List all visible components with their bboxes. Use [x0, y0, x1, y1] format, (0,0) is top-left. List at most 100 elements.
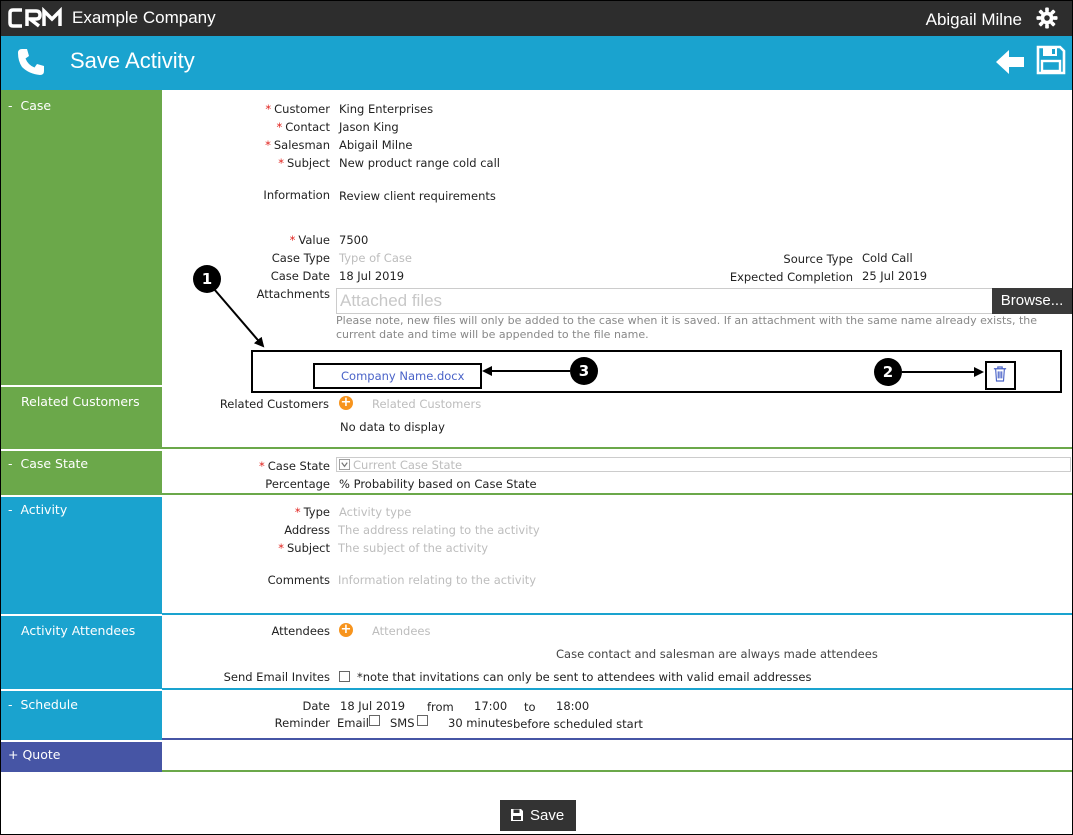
- sms-reminder-checkbox[interactable]: [417, 715, 428, 726]
- section-divider: [162, 447, 1072, 449]
- attendees-note: Case contact and salesman are always mad…: [556, 647, 878, 661]
- case-date-value[interactable]: 18 Jul 2019: [339, 269, 404, 283]
- case-state-select[interactable]: Current Case State: [336, 457, 1071, 472]
- activity-subject-input[interactable]: The subject of the activity: [338, 541, 488, 555]
- percentage-value: % Probability based on Case State: [339, 477, 537, 491]
- callout-1: 1: [193, 265, 221, 293]
- reminder-label: Reminder: [274, 716, 330, 730]
- expected-completion-value[interactable]: 25 Jul 2019: [862, 269, 927, 283]
- title-bar: Save Activity: [1, 36, 1072, 90]
- sms-reminder-label: SMS: [390, 716, 415, 730]
- add-attendee-button[interactable]: +: [339, 623, 353, 637]
- customer-label: * Customer: [265, 102, 330, 116]
- delete-attachment-button[interactable]: [985, 361, 1016, 390]
- phone-icon: [18, 49, 44, 75]
- floppy-icon: [511, 809, 523, 821]
- attachments-label: Attachments: [256, 287, 330, 301]
- subject-value[interactable]: New product range cold call: [339, 156, 500, 170]
- crm-logo[interactable]: [8, 7, 64, 29]
- back-arrow-icon[interactable]: [994, 47, 1026, 77]
- related-customers-section: Related Customers: [1, 387, 1072, 449]
- attachments-input[interactable]: Attached files: [336, 288, 994, 314]
- address-label: Address: [284, 523, 330, 537]
- case-type-input[interactable]: Type of Case: [339, 251, 412, 265]
- collapse-mark: -: [8, 502, 13, 517]
- browse-button[interactable]: Browse...: [992, 288, 1072, 314]
- contact-value[interactable]: Jason King: [339, 120, 399, 134]
- add-related-customer-button[interactable]: +: [339, 396, 353, 410]
- related-customers-input[interactable]: Related Customers: [372, 397, 481, 411]
- activity-attendees-toggle[interactable]: Activity Attendees: [1, 616, 162, 690]
- attached-file-highlight: Company Name.docx: [313, 363, 482, 389]
- from-time[interactable]: 17:00: [474, 699, 507, 713]
- schedule-section: - Schedule: [1, 691, 1072, 740]
- source-type-label: Source Type: [783, 252, 853, 266]
- user-name[interactable]: Abigail Milne: [926, 10, 1022, 30]
- email-reminder-checkbox[interactable]: [369, 715, 380, 726]
- save-icon[interactable]: [1036, 45, 1066, 75]
- activity-type-input[interactable]: Activity type: [339, 505, 411, 519]
- subject-label: * Subject: [278, 156, 330, 170]
- to-label: to: [524, 700, 536, 714]
- company-name: Example Company: [72, 8, 216, 27]
- attendees-input[interactable]: Attendees: [372, 624, 431, 638]
- information-label: Information: [263, 188, 330, 202]
- comments-input[interactable]: Information relating to the activity: [338, 573, 536, 587]
- collapse-mark: -: [8, 456, 13, 471]
- callout-2: 2: [874, 358, 902, 386]
- activity-title: Activity: [20, 502, 68, 517]
- to-time[interactable]: 18:00: [556, 699, 589, 713]
- activity-toggle[interactable]: - Activity: [1, 497, 162, 615]
- send-invites-checkbox[interactable]: [339, 671, 350, 682]
- related-customers-label: Related Customers: [219, 397, 329, 411]
- section-divider: [162, 738, 1072, 740]
- related-customers-toggle[interactable]: Related Customers: [1, 387, 162, 449]
- source-type-value[interactable]: Cold Call: [862, 251, 913, 265]
- type-label: * Type: [294, 505, 330, 519]
- percentage-label: Percentage: [265, 477, 330, 491]
- gear-icon[interactable]: [1036, 7, 1058, 29]
- attached-file-link[interactable]: Company Name.docx: [341, 369, 464, 383]
- schedule-toggle[interactable]: - Schedule: [1, 691, 162, 740]
- value-value[interactable]: 7500: [339, 233, 368, 247]
- quote-section: + Quote: [1, 742, 1072, 772]
- activity-section: - Activity: [1, 497, 1072, 615]
- related-customers-empty: No data to display: [340, 420, 445, 434]
- save-button[interactable]: Save: [500, 800, 576, 831]
- from-label: from: [427, 700, 454, 714]
- salesman-label: * Salesman: [265, 138, 330, 152]
- collapse-mark: -: [8, 98, 13, 113]
- case-section-toggle[interactable]: - Case: [1, 90, 162, 386]
- schedule-title: Schedule: [20, 697, 78, 712]
- trash-icon: [993, 366, 1007, 382]
- quote-toggle[interactable]: + Quote: [1, 742, 162, 772]
- information-value[interactable]: Review client requirements: [339, 189, 496, 203]
- section-divider: [162, 493, 1072, 495]
- schedule-date[interactable]: 18 Jul 2019: [340, 699, 405, 713]
- attachments-placeholder: Attached files: [340, 291, 443, 310]
- app-frame: Example Company Abigail Milne Save Activ…: [0, 0, 1073, 835]
- save-button-label: Save: [530, 807, 565, 824]
- customer-value[interactable]: King Enterprises: [339, 102, 433, 116]
- attachments-note: Please note, new files will only be adde…: [336, 314, 1038, 341]
- case-state-toggle[interactable]: - Case State: [1, 451, 162, 495]
- case-section-title: Case: [20, 98, 52, 113]
- collapse-mark: -: [8, 697, 13, 712]
- case-date-label: Case Date: [270, 269, 330, 283]
- case-state-label: * Case State: [259, 459, 330, 473]
- section-divider: [162, 688, 1072, 690]
- reminder-before-label: before scheduled start: [513, 717, 643, 731]
- comments-label: Comments: [267, 573, 330, 587]
- dropdown-icon: [339, 459, 350, 470]
- address-input[interactable]: The address relating to the activity: [338, 523, 540, 537]
- contact-label: * Contact: [276, 120, 331, 134]
- expected-completion-label: Expected Completion: [729, 270, 853, 284]
- email-reminder-label: Email: [337, 716, 369, 730]
- quote-title: Quote: [22, 747, 61, 762]
- reminder-minutes[interactable]: 30 minutes: [448, 716, 513, 730]
- section-divider: [162, 613, 1072, 615]
- attendees-label: Attendees: [271, 624, 331, 638]
- case-type-label: Case Type: [271, 251, 330, 265]
- salesman-value[interactable]: Abigail Milne: [339, 138, 412, 152]
- top-bar: Example Company Abigail Milne: [1, 1, 1072, 36]
